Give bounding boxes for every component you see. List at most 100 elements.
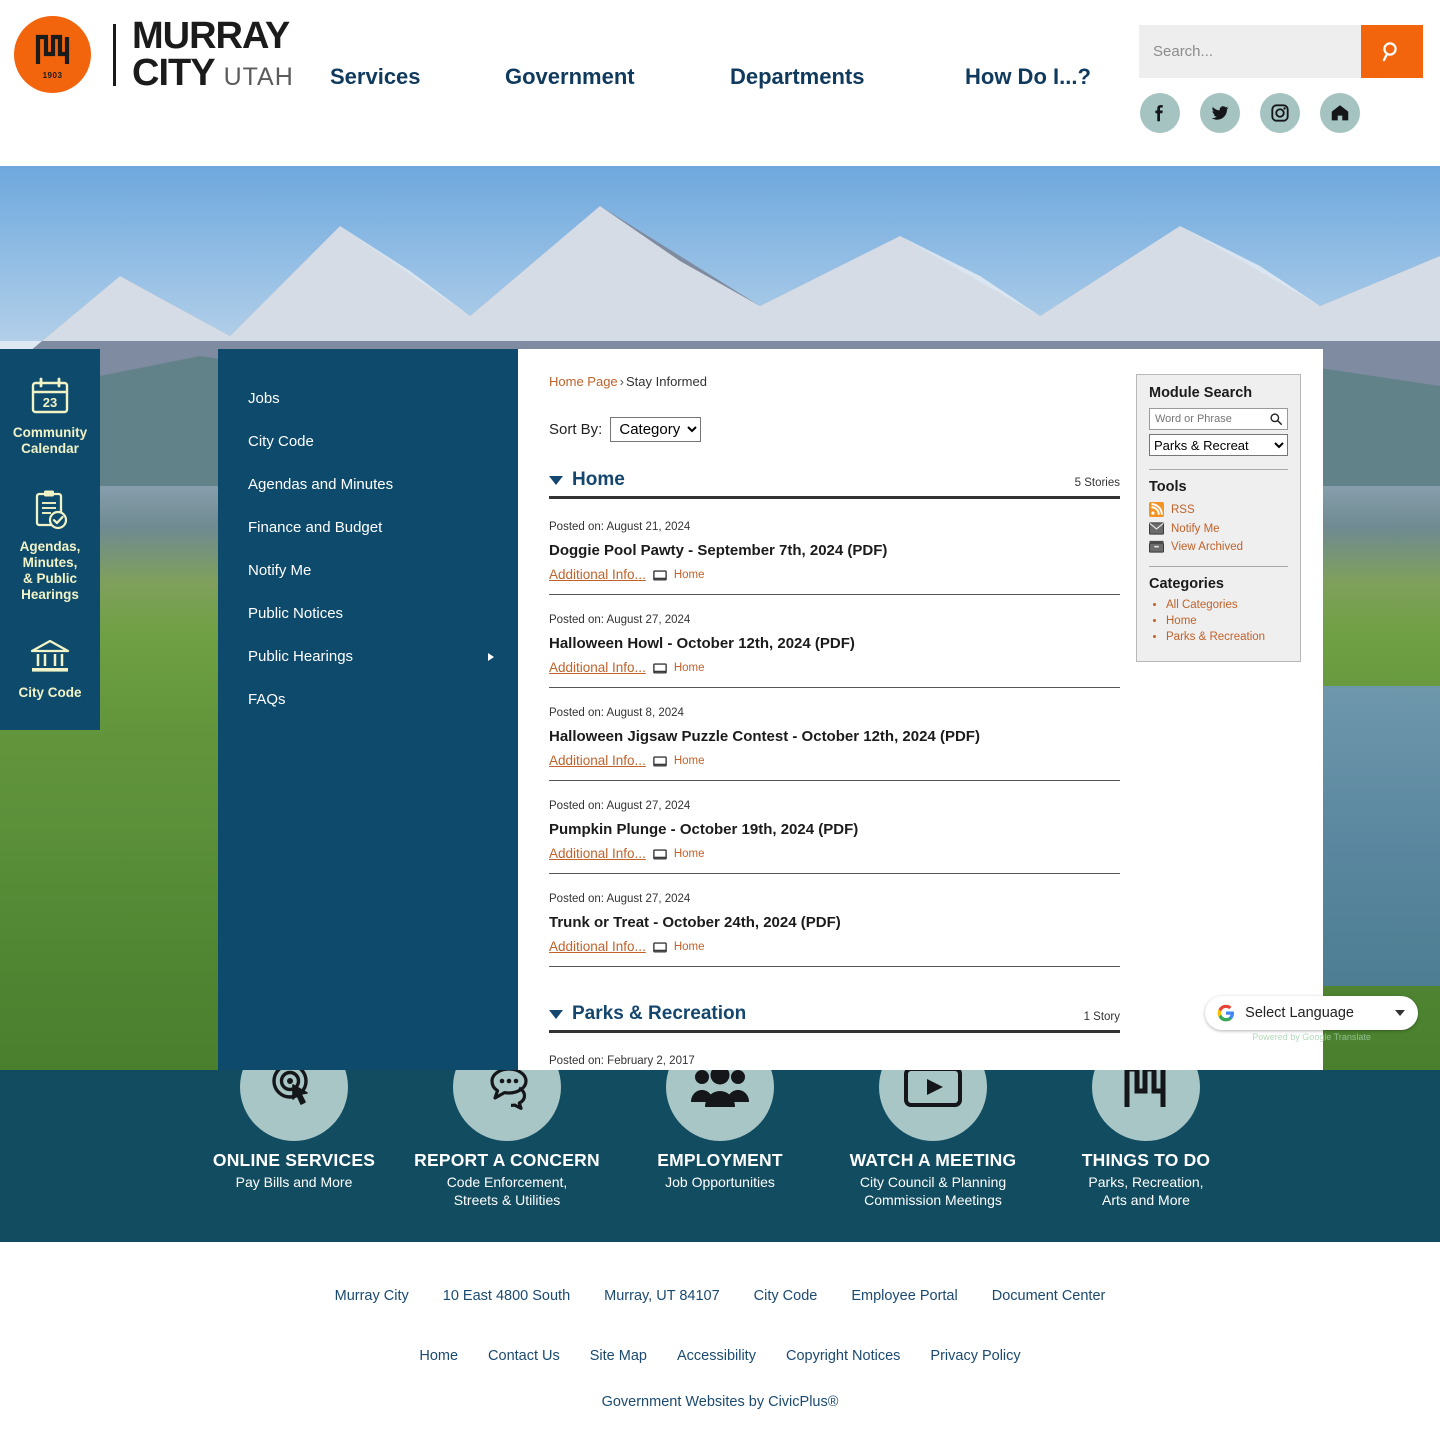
logo-line-1: MURRAY (132, 15, 290, 58)
breadcrumb-home-link[interactable]: Home Page (549, 374, 618, 389)
additional-info-link[interactable]: Additional Info... (549, 660, 646, 675)
sort-select[interactable]: Category (610, 417, 702, 442)
category-link-all[interactable]: All Categories (1166, 599, 1288, 611)
sidebar-item-faqs[interactable]: FAQs (218, 678, 518, 721)
sidebar-item-label: FAQs (248, 691, 286, 708)
footer-link-home[interactable]: Home (419, 1348, 458, 1364)
action-band: ONLINE SERVICES Pay Bills and More REPOR… (0, 1033, 1440, 1242)
quicklink-label-line1: Agendas, (19, 538, 81, 554)
action-title: EMPLOYMENT (657, 1150, 783, 1170)
story-category[interactable]: Home (674, 662, 705, 674)
story-category[interactable]: Home (674, 848, 705, 860)
search-icon (1382, 41, 1397, 61)
action-title: THINGS TO DO (1081, 1150, 1211, 1170)
action-subtitle-line1: Code Enforcement, (446, 1174, 568, 1190)
sidebar-item-public-notices[interactable]: Public Notices (218, 592, 518, 635)
action-things-to-do[interactable]: THINGS TO DO Parks, Recreation, Arts and… (1040, 1033, 1253, 1242)
section-header-home[interactable]: Home 5 Stories (549, 469, 1120, 499)
additional-info-link[interactable]: Additional Info... (549, 753, 646, 768)
footer-link-copyright-notices[interactable]: Copyright Notices (786, 1348, 900, 1364)
bank-icon (4, 633, 96, 679)
quicklink-city-code[interactable]: City Code (4, 633, 96, 701)
category-folder-icon (653, 941, 667, 953)
category-link-parks-recreation[interactable]: Parks & Recreation (1166, 631, 1288, 643)
module-search-button[interactable] (1265, 412, 1287, 426)
footer-link-document-center[interactable]: Document Center (992, 1288, 1106, 1304)
tools-heading: Tools (1149, 479, 1187, 495)
sidebar-item-finance-and-budget[interactable]: Finance and Budget (218, 506, 518, 549)
sidebar-item-label: Jobs (248, 390, 280, 407)
chevron-down-icon (1395, 1010, 1405, 1016)
module-search-heading: Module Search (1149, 385, 1253, 401)
action-watch-a-meeting[interactable]: WATCH A MEETING City Council & Planning … (827, 1033, 1040, 1242)
logo-year: 1903 (42, 70, 63, 80)
action-subtitle-line2: Commission Meetings (864, 1191, 1002, 1208)
google-translate-widget[interactable]: Select Language Powered by Google Transl… (1205, 996, 1418, 1042)
footer-link-employee-portal[interactable]: Employee Portal (851, 1288, 957, 1304)
collapse-triangle-icon[interactable] (549, 475, 563, 485)
facebook-icon[interactable] (1140, 93, 1180, 133)
tool-notify-me[interactable]: Notify Me (1149, 522, 1288, 535)
nav-item-government[interactable]: Government (505, 64, 730, 90)
story-date: Posted on: August 21, 2024 (549, 521, 691, 533)
footer-link-city-code[interactable]: City Code (754, 1288, 818, 1304)
story-category[interactable]: Home (674, 569, 705, 581)
sidebar-item-label: City Code (248, 433, 314, 450)
module-category-select[interactable]: Parks & Recreat (1149, 434, 1288, 456)
footer-link-contact-us[interactable]: Contact Us (488, 1348, 560, 1364)
sidebar-item-notify-me[interactable]: Notify Me (218, 549, 518, 592)
sidebar-item-city-code[interactable]: City Code (218, 420, 518, 463)
divider (1149, 566, 1288, 567)
story-title: Pumpkin Plunge - October 19th, 2024 (PDF… (549, 821, 859, 838)
search-input[interactable] (1139, 25, 1361, 78)
collapse-triangle-icon[interactable] (549, 1009, 563, 1019)
nextdoor-icon[interactable] (1320, 93, 1360, 133)
nav-item-services[interactable]: Services (330, 64, 505, 90)
clipboard-check-icon (4, 487, 96, 533)
additional-info-link[interactable]: Additional Info... (549, 846, 646, 861)
divider (1149, 469, 1288, 470)
category-folder-icon (653, 848, 667, 860)
footer-link-site-map[interactable]: Site Map (590, 1348, 647, 1364)
nav-item-departments[interactable]: Departments (730, 64, 965, 90)
tool-view-archived[interactable]: View Archived (1149, 540, 1288, 553)
footer-link-privacy-policy[interactable]: Privacy Policy (930, 1348, 1020, 1364)
additional-info-link[interactable]: Additional Info... (549, 939, 646, 954)
sidebar-item-jobs[interactable]: Jobs (218, 377, 518, 420)
action-report-a-concern[interactable]: REPORT A CONCERN Code Enforcement, Stree… (401, 1033, 614, 1242)
sidebar-item-public-hearings[interactable]: Public Hearings (218, 635, 518, 678)
story-category[interactable]: Home (674, 941, 705, 953)
action-employment[interactable]: EMPLOYMENT Job Opportunities (614, 1033, 827, 1242)
story-title: Halloween Howl - October 12th, 2024 (PDF… (549, 635, 855, 652)
section-header-parks-recreation[interactable]: Parks & Recreation 1 Story (549, 1003, 1120, 1033)
footer-info-row: Murray City 10 East 4800 South Murray, U… (0, 1288, 1440, 1304)
module-search-input[interactable] (1150, 413, 1265, 425)
category-link-home[interactable]: Home (1166, 615, 1288, 627)
footer-city-state-zip: Murray, UT 84107 (604, 1288, 720, 1304)
action-online-services[interactable]: ONLINE SERVICES Pay Bills and More (188, 1033, 401, 1242)
search-button[interactable] (1361, 25, 1423, 78)
footer-links-row: Home Contact Us Site Map Accessibility C… (0, 1348, 1440, 1364)
quicklink-agendas-minutes-hearings[interactable]: Agendas, Minutes, & Public Hearings (4, 487, 96, 603)
translate-label: Select Language (1245, 1005, 1354, 1021)
sidebar-item-label: Finance and Budget (248, 519, 383, 536)
breadcrumb-current: Stay Informed (626, 374, 707, 389)
footer-credit[interactable]: Government Websites by CivicPlus® (0, 1394, 1440, 1410)
footer-link-accessibility[interactable]: Accessibility (677, 1348, 756, 1364)
nav-item-how-do-i[interactable]: How Do I...? (965, 64, 1091, 90)
logo-state: UTAH (223, 62, 294, 91)
story-category[interactable]: Home (674, 755, 705, 767)
tool-rss[interactable]: RSS (1149, 502, 1288, 517)
sidebar-item-agendas-and-minutes[interactable]: Agendas and Minutes (218, 463, 518, 506)
site-logo[interactable]: 1903 MURRAY CITY UTAH (14, 16, 294, 93)
quicklink-community-calendar[interactable]: 23 Community Calendar (4, 373, 96, 457)
category-folder-icon (653, 662, 667, 674)
additional-info-link[interactable]: Additional Info... (549, 567, 646, 582)
instagram-icon[interactable] (1260, 93, 1300, 133)
twitter-icon[interactable] (1200, 93, 1240, 133)
logo-divider (113, 23, 116, 86)
archive-icon (1149, 540, 1164, 553)
translate-powered-by: Powered by Google Translate (1252, 1032, 1371, 1042)
calendar-icon: 23 (4, 373, 96, 419)
quick-links-panel: 23 Community Calendar Agendas, Minutes, … (0, 349, 100, 731)
